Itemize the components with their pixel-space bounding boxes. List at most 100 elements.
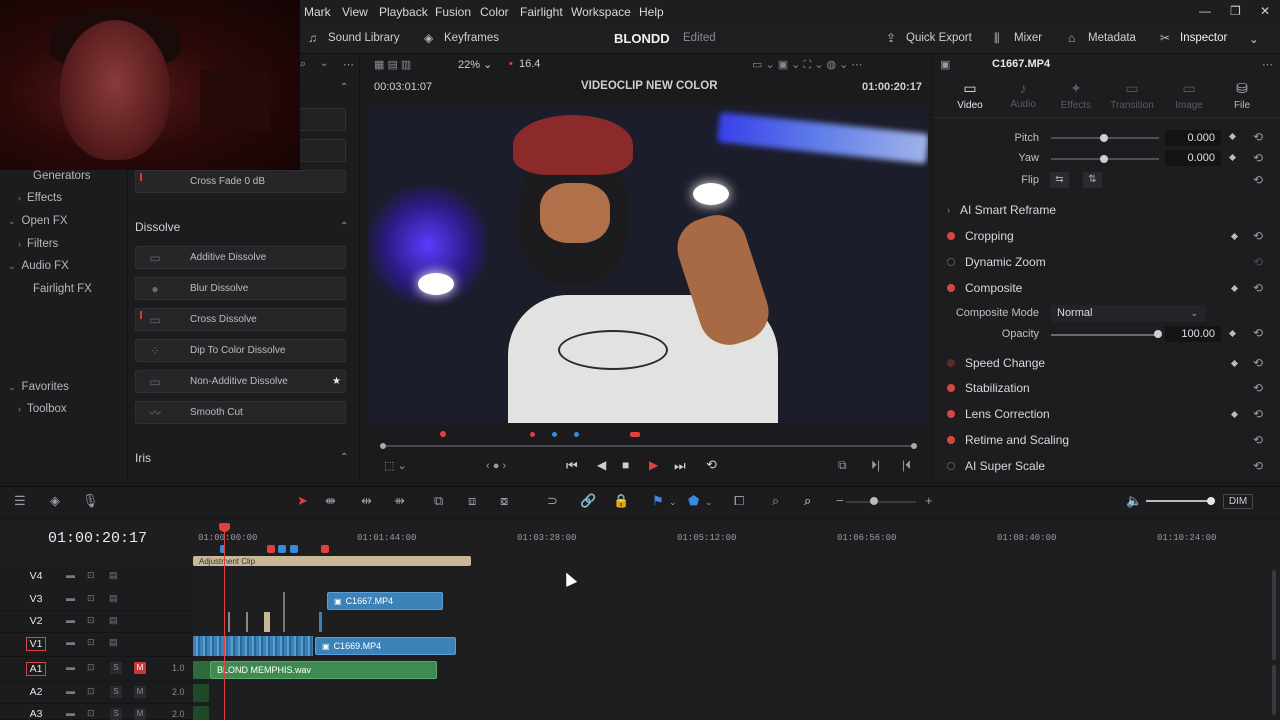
fx-item-non-additive-dissolve[interactable]: ▭ Non-Additive Dissolve ★	[135, 370, 346, 393]
match-frame-icon[interactable]: ⧉	[838, 458, 847, 473]
zoom-slider[interactable]	[846, 501, 916, 503]
scrubber-end-handle[interactable]	[911, 443, 917, 449]
detail-zoom-icon[interactable]: ⌕	[772, 493, 779, 509]
clip-a1-lead[interactable]	[193, 661, 210, 679]
lock-icon[interactable]: ▬	[66, 615, 75, 625]
insert-clip-icon[interactable]: ⧉	[434, 493, 443, 509]
menu-fusion[interactable]: Fusion	[435, 5, 471, 19]
flip-horizontal-icon[interactable]: ⇆	[1050, 172, 1069, 188]
enable-toggle-icon[interactable]	[947, 384, 955, 392]
auto-select-icon[interactable]: ⊡	[87, 708, 95, 719]
scrubber-start-handle[interactable]	[380, 443, 386, 449]
mute-button[interactable]: M	[134, 662, 146, 674]
marker-red[interactable]	[630, 432, 640, 437]
expand-icon[interactable]: ⌄	[1249, 32, 1259, 46]
marker-blue[interactable]	[552, 432, 557, 437]
yaw-knob[interactable]	[1100, 155, 1108, 163]
more-options-icon[interactable]: ⋯	[343, 58, 354, 71]
pitch-knob[interactable]	[1100, 134, 1108, 142]
enable-toggle-icon[interactable]	[947, 258, 955, 266]
lock-icon[interactable]: ▬	[66, 570, 75, 580]
zoom-knob[interactable]	[870, 497, 878, 505]
sound-library-button[interactable]: ♫ Sound Library	[308, 32, 400, 44]
solo-button[interactable]: S	[110, 708, 122, 720]
inspector-button[interactable]: ✂ Inspector	[1160, 32, 1227, 44]
tree-filters[interactable]: › Filters	[18, 238, 58, 250]
timeline-view-options-icon[interactable]: ☰	[14, 493, 26, 509]
enable-toggle-icon[interactable]	[947, 462, 955, 470]
tab-file[interactable]: ⛁ File	[1214, 80, 1270, 111]
mute-button[interactable]: M	[134, 686, 146, 698]
enable-toggle-icon[interactable]	[947, 410, 955, 418]
next-edit-icon[interactable]: ⏵|	[871, 458, 880, 473]
reset-icon[interactable]: ⟲	[1253, 407, 1263, 421]
menu-help[interactable]: Help	[639, 5, 664, 19]
tree-effects[interactable]: › Effects	[18, 192, 62, 204]
clip-a1-audio[interactable]: BLOND MEMPHIS.wav	[210, 661, 437, 679]
more-options-icon[interactable]: ⋯	[1262, 58, 1273, 71]
auto-select-icon[interactable]: ⊡	[87, 662, 95, 673]
fx-item-smooth-cut[interactable]: 〰 Smooth Cut	[135, 401, 346, 424]
clip-fragment[interactable]	[228, 612, 230, 632]
chevron-down-icon[interactable]: ⌄	[320, 58, 328, 69]
menu-view[interactable]: View	[342, 5, 368, 19]
timeline-marker-red[interactable]	[321, 545, 329, 553]
reset-icon[interactable]: ⟲	[1253, 326, 1263, 340]
reset-icon[interactable]: ⟲	[1253, 173, 1263, 187]
dissolve-section-header[interactable]: Dissolve	[135, 220, 180, 234]
fx-item-additive-dissolve[interactable]: ▭ Additive Dissolve	[135, 246, 346, 269]
marker-red[interactable]	[440, 431, 446, 437]
track-visibility-icon[interactable]: ▤	[109, 593, 118, 604]
reset-icon[interactable]: ⟲	[1253, 130, 1263, 144]
section-stabilization[interactable]: Stabilization ⟲	[941, 376, 1271, 400]
viewer-scrubber[interactable]	[383, 445, 915, 447]
marker-blue[interactable]	[574, 432, 579, 437]
iris-section-header[interactable]: Iris	[135, 451, 151, 465]
minimize-icon[interactable]: —	[1199, 4, 1211, 18]
reset-icon[interactable]: ⟲	[1253, 433, 1263, 447]
chevron-down-icon[interactable]: ⌄	[669, 497, 677, 508]
tree-audio-fx[interactable]: ⌄ Audio FX	[8, 260, 69, 272]
clip-v1-c1669[interactable]: ▣ C1669.MP4	[315, 637, 456, 655]
lock-icon[interactable]: ▬	[66, 708, 75, 718]
clip-name-title[interactable]: VIDEOCLIP NEW COLOR	[581, 80, 718, 92]
track-name[interactable]: V1	[26, 637, 46, 651]
clip-fragment[interactable]	[264, 612, 270, 632]
enable-toggle-icon[interactable]	[947, 232, 955, 240]
reset-icon[interactable]: ⟲	[1253, 356, 1263, 370]
marker-icon[interactable]: ⬟	[688, 493, 699, 509]
section-retime-scaling[interactable]: Retime and Scaling ⟲	[941, 428, 1271, 452]
zoom-out-icon[interactable]: −	[836, 493, 844, 508]
close-icon[interactable]: ✕	[1260, 4, 1270, 18]
timeline-vertical-scrollbar[interactable]	[1272, 570, 1276, 660]
maximize-icon[interactable]: ❐	[1230, 4, 1241, 18]
quick-export-button[interactable]: ⇪ Quick Export	[886, 32, 972, 44]
selection-tool-icon[interactable]: ➤	[297, 493, 308, 509]
opacity-slider[interactable]	[1051, 334, 1159, 336]
clip-a2-audio[interactable]	[193, 684, 209, 702]
position-lock-icon[interactable]: 🔒	[613, 493, 629, 509]
track-visibility-icon[interactable]: ▤	[109, 637, 118, 648]
overwrite-clip-icon[interactable]: ⧈	[468, 493, 476, 509]
jog-control-icon[interactable]: ‹ ● ›	[486, 460, 506, 472]
dim-button[interactable]: DIM	[1223, 494, 1253, 509]
menu-mark[interactable]: Mark	[304, 5, 331, 19]
trim-tool-icon[interactable]: ⇼	[325, 493, 336, 509]
mute-button[interactable]: M	[134, 708, 146, 720]
search-icon[interactable]: ⌕	[300, 58, 306, 71]
play-icon[interactable]: ▶	[649, 458, 658, 472]
section-ai-super-scale[interactable]: AI Super Scale ⟲	[941, 454, 1271, 478]
full-extent-zoom-icon[interactable]: ⧠	[734, 493, 744, 509]
reset-icon[interactable]: ⟲	[1253, 229, 1263, 243]
lock-icon[interactable]: ▬	[66, 662, 75, 672]
tab-transition[interactable]: ▭ Transition	[1104, 80, 1160, 111]
auto-select-icon[interactable]: ⊡	[87, 570, 95, 581]
yaw-value[interactable]: 0.000	[1165, 150, 1221, 166]
section-cropping[interactable]: Cropping ⟲	[941, 224, 1271, 248]
section-lens-correction[interactable]: Lens Correction ⟲	[941, 402, 1271, 426]
keyframe-diamond-icon[interactable]	[1230, 410, 1239, 418]
enable-toggle-icon[interactable]	[947, 284, 955, 292]
timeline-timecode[interactable]: 01:00:20:17	[48, 530, 147, 547]
reset-icon[interactable]: ⟲	[1253, 281, 1263, 295]
tree-toolbox[interactable]: › Toolbox	[18, 403, 67, 415]
